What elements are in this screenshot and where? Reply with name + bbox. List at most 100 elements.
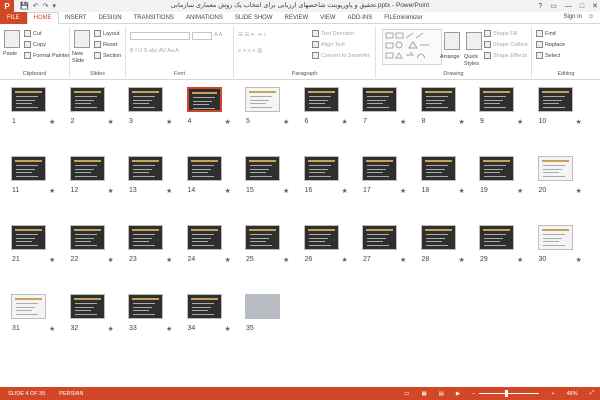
zoom-slider[interactable] bbox=[479, 390, 540, 397]
shape-outline-button[interactable]: Shape Outline bbox=[484, 41, 528, 48]
new-slide-icon[interactable] bbox=[74, 30, 90, 48]
transition-star-icon[interactable]: ★ bbox=[459, 118, 465, 126]
maximize-button[interactable]: □ bbox=[580, 3, 584, 10]
new-slide-button[interactable]: New Slide bbox=[72, 51, 94, 65]
transition-star-icon[interactable]: ★ bbox=[108, 118, 114, 126]
transition-star-icon[interactable]: ★ bbox=[517, 118, 523, 126]
transition-star-icon[interactable]: ★ bbox=[166, 256, 172, 264]
tab-home[interactable]: HOME bbox=[26, 11, 59, 25]
save-icon[interactable]: 💾 bbox=[20, 2, 29, 10]
tab-add-ins[interactable]: ADD-INS bbox=[342, 12, 379, 24]
font-size-combo[interactable] bbox=[192, 32, 212, 40]
transition-star-icon[interactable]: ★ bbox=[517, 187, 523, 195]
font-grow-shrink-icon[interactable]: A A bbox=[214, 32, 222, 38]
slide-thumbnail[interactable] bbox=[69, 156, 105, 181]
shape-effects-button[interactable]: Shape Effects bbox=[484, 52, 527, 59]
slide-thumbnail[interactable] bbox=[128, 87, 163, 112]
slide-thumbnail[interactable] bbox=[186, 156, 222, 181]
slide-thumbnail[interactable] bbox=[69, 225, 105, 250]
close-button[interactable]: ✕ bbox=[592, 2, 598, 10]
transition-star-icon[interactable]: ★ bbox=[166, 118, 172, 126]
tab-view[interactable]: VIEW bbox=[314, 12, 341, 24]
transition-star-icon[interactable]: ★ bbox=[283, 256, 289, 264]
tab-insert[interactable]: INSERT bbox=[59, 12, 93, 24]
transition-star-icon[interactable]: ★ bbox=[283, 118, 289, 126]
tab-review[interactable]: REVIEW bbox=[279, 12, 315, 24]
transition-star-icon[interactable]: ★ bbox=[225, 187, 231, 195]
slide-thumbnail[interactable] bbox=[362, 87, 397, 112]
slide-thumbnail[interactable] bbox=[128, 294, 163, 319]
zoom-in-button[interactable]: + bbox=[551, 391, 554, 397]
slide-thumbnail[interactable] bbox=[420, 156, 456, 181]
transition-star-icon[interactable]: ★ bbox=[283, 187, 289, 195]
slide-thumbnail[interactable] bbox=[420, 87, 456, 112]
tab-slide-show[interactable]: SLIDE SHOW bbox=[229, 12, 279, 24]
arrange-button[interactable]: Arrange bbox=[440, 54, 460, 60]
slide-thumbnail[interactable] bbox=[11, 156, 46, 181]
slide-sorter-view-icon[interactable]: ▦ bbox=[422, 391, 427, 397]
slide-thumbnail[interactable] bbox=[128, 156, 163, 181]
slide-thumbnail[interactable] bbox=[362, 225, 397, 250]
slide-thumbnail[interactable] bbox=[245, 225, 280, 250]
help-button[interactable]: ? bbox=[538, 3, 542, 10]
reset-button[interactable]: Reset bbox=[94, 41, 117, 48]
slide-thumbnail[interactable] bbox=[479, 225, 514, 250]
convert-smartart-button[interactable]: Convert to SmartArt bbox=[312, 52, 370, 59]
sign-in-link[interactable]: Sign in bbox=[564, 14, 582, 20]
reading-view-icon[interactable]: ▤ bbox=[439, 391, 444, 397]
undo-icon[interactable]: ↶ bbox=[33, 2, 39, 10]
customize-qat-icon[interactable]: ▾ bbox=[52, 2, 56, 10]
slide-thumbnail[interactable] bbox=[303, 156, 339, 181]
zoom-out-button[interactable]: − bbox=[472, 391, 475, 397]
slide-thumbnail[interactable] bbox=[11, 294, 46, 319]
transition-star-icon[interactable]: ★ bbox=[576, 118, 582, 126]
transition-star-icon[interactable]: ★ bbox=[576, 187, 582, 195]
slide-thumbnail[interactable] bbox=[537, 156, 573, 181]
slide-thumbnail[interactable] bbox=[362, 156, 397, 181]
slide-thumbnail[interactable] bbox=[245, 294, 280, 319]
transition-star-icon[interactable]: ★ bbox=[517, 256, 523, 264]
transition-star-icon[interactable]: ★ bbox=[49, 187, 55, 195]
transition-star-icon[interactable]: ★ bbox=[400, 187, 406, 195]
list-buttons[interactable]: ☰ ☰ ⇤ ⇥ ↕ bbox=[238, 32, 266, 38]
cut-button[interactable]: Cut bbox=[24, 30, 42, 37]
slide-thumbnail[interactable] bbox=[303, 87, 339, 112]
transition-star-icon[interactable]: ★ bbox=[49, 118, 55, 126]
copy-button[interactable]: Copy bbox=[24, 41, 46, 48]
paste-button[interactable]: Paste bbox=[3, 51, 17, 57]
transition-star-icon[interactable]: ★ bbox=[342, 118, 348, 126]
slide-thumbnail[interactable] bbox=[245, 156, 280, 181]
slide-thumbnail[interactable] bbox=[128, 225, 163, 250]
transition-star-icon[interactable]: ★ bbox=[459, 187, 465, 195]
tab-design[interactable]: DESIGN bbox=[93, 12, 128, 24]
transition-star-icon[interactable]: ★ bbox=[166, 325, 172, 333]
slide-thumbnail[interactable] bbox=[186, 225, 222, 250]
select-button[interactable]: Select bbox=[536, 52, 560, 59]
section-button[interactable]: Section bbox=[94, 52, 121, 59]
normal-view-icon[interactable]: ▭ bbox=[404, 391, 409, 397]
tab-file[interactable]: FILE bbox=[0, 11, 27, 24]
align-text-button[interactable]: Align Text bbox=[312, 41, 345, 48]
transition-star-icon[interactable]: ★ bbox=[49, 325, 55, 333]
transition-star-icon[interactable]: ★ bbox=[225, 325, 231, 333]
slide-thumbnail[interactable] bbox=[69, 294, 105, 319]
transition-star-icon[interactable]: ★ bbox=[342, 187, 348, 195]
format-painter-button[interactable]: Format Painter bbox=[24, 52, 69, 59]
slide-thumbnail[interactable] bbox=[537, 225, 573, 250]
shape-fill-button[interactable]: Shape Fill bbox=[484, 30, 517, 37]
slide-thumbnail[interactable] bbox=[479, 156, 514, 181]
slide-thumbnail[interactable] bbox=[537, 87, 573, 112]
slide-thumbnail[interactable] bbox=[420, 225, 456, 250]
tab-transitions[interactable]: TRANSITIONS bbox=[128, 12, 180, 24]
font-name-combo[interactable] bbox=[130, 32, 190, 40]
transition-star-icon[interactable]: ★ bbox=[49, 256, 55, 264]
transition-star-icon[interactable]: ★ bbox=[225, 118, 231, 126]
arrange-icon[interactable] bbox=[444, 32, 460, 50]
slideshow-view-icon[interactable]: ▶ bbox=[456, 391, 460, 397]
tab-fileminimizer[interactable]: FILEminimizer bbox=[378, 12, 428, 24]
slide-thumbnail[interactable] bbox=[186, 294, 222, 319]
text-direction-button[interactable]: Text Direction bbox=[312, 30, 354, 37]
zoom-level[interactable]: 48% bbox=[567, 391, 578, 397]
transition-star-icon[interactable]: ★ bbox=[342, 256, 348, 264]
smiley-feedback-icon[interactable]: ☺ bbox=[588, 14, 594, 20]
